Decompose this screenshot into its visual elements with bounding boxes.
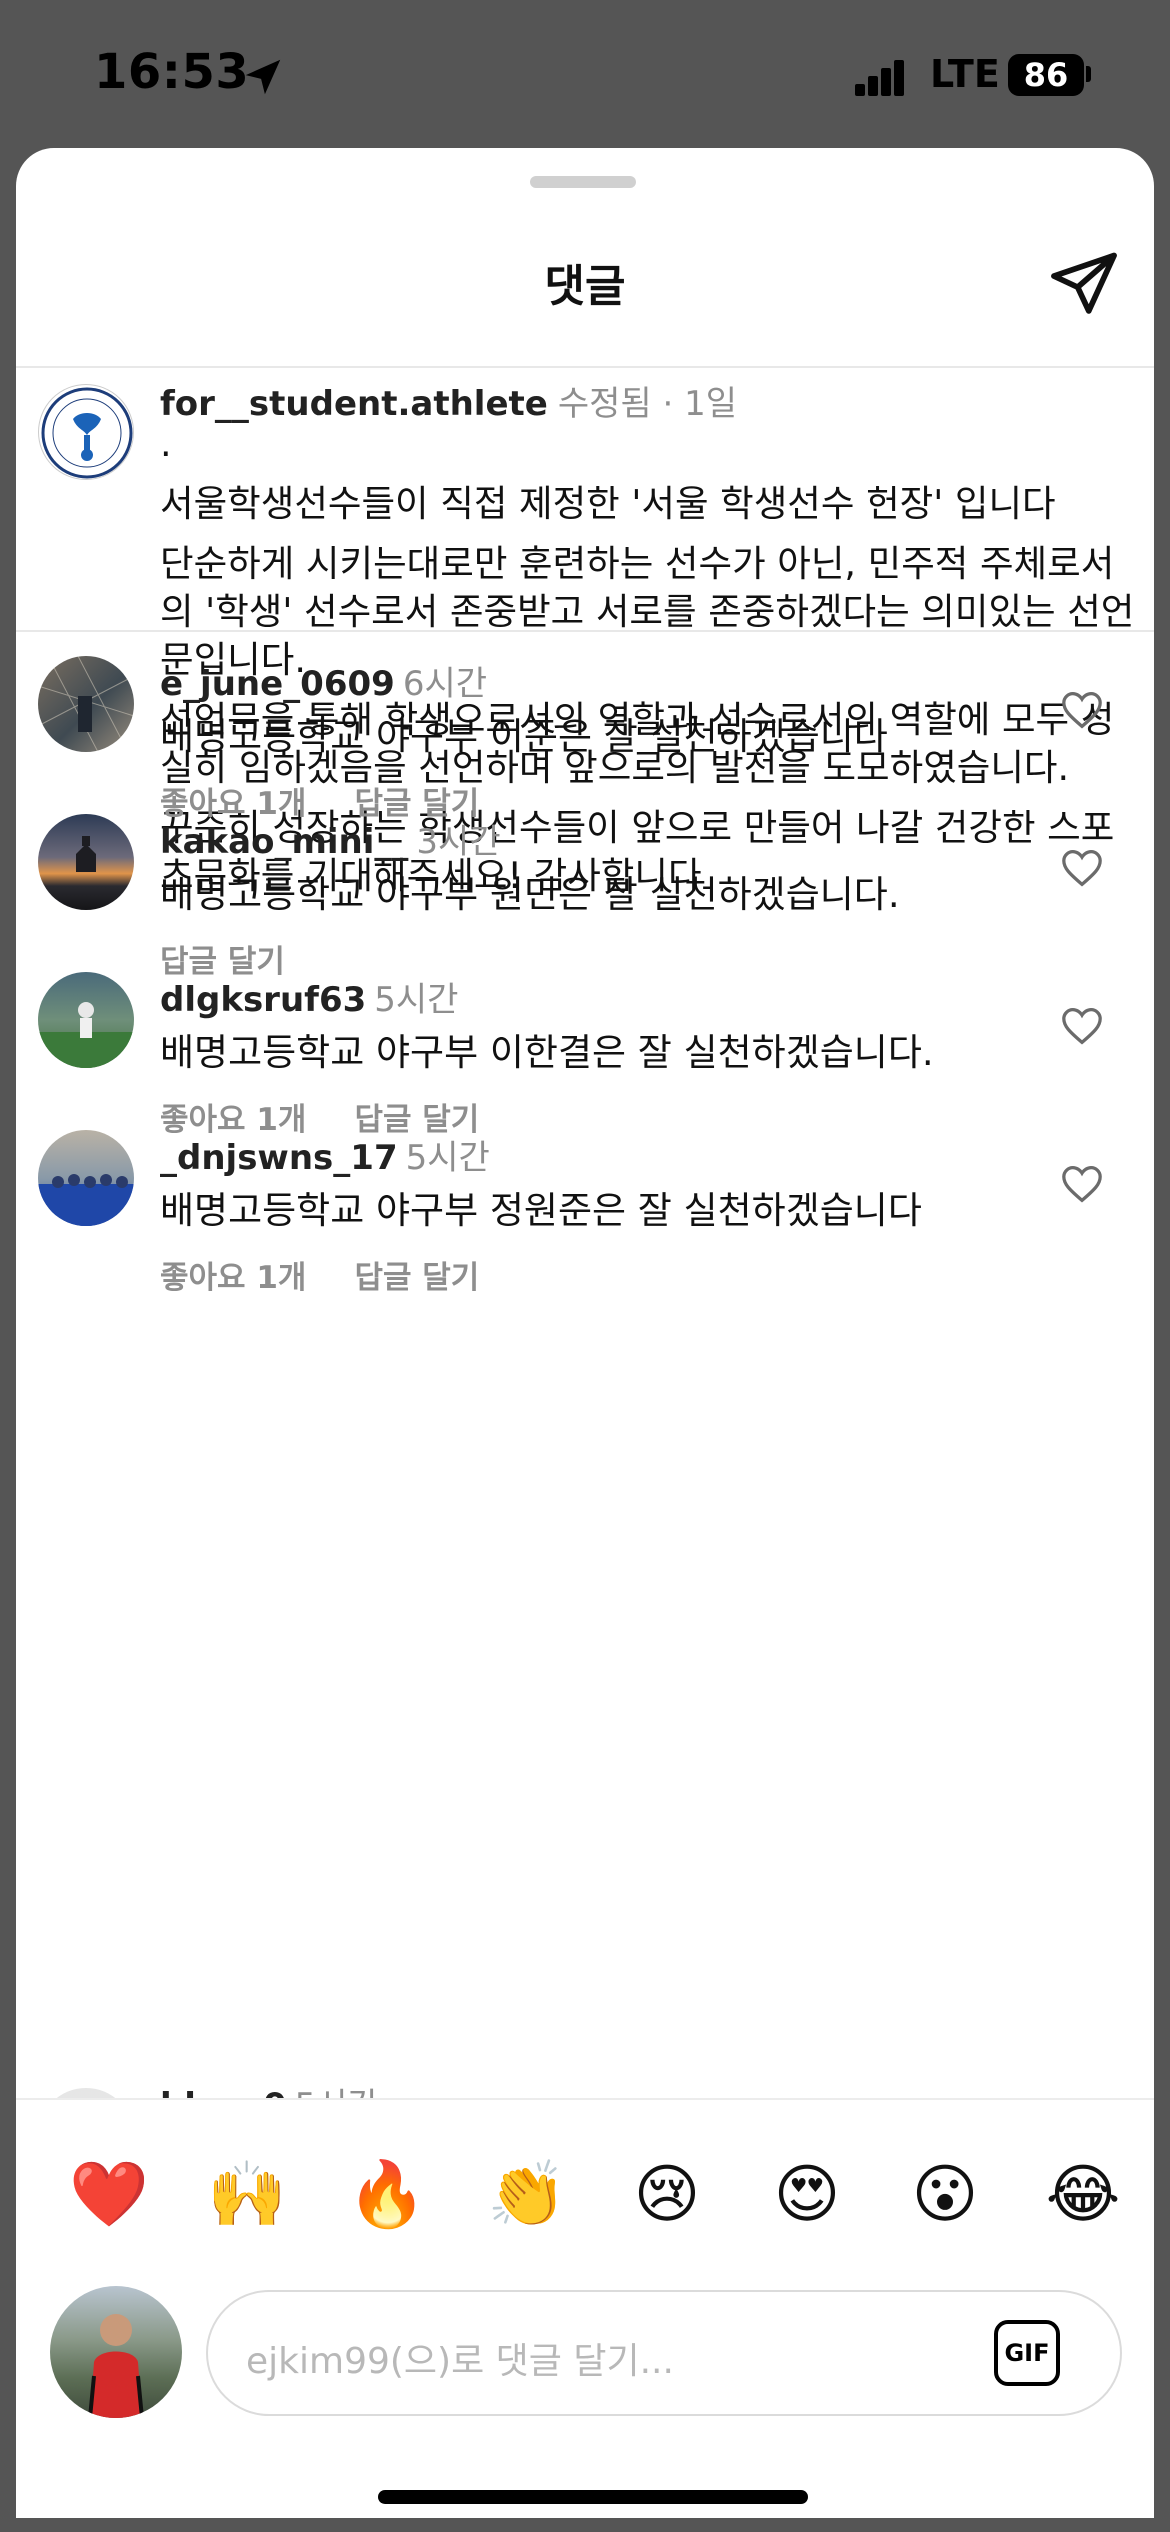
caption-line: 서울학생선수들이 직접 제정한 '서울 학생선수 헌장' 입니다 xyxy=(160,482,1056,525)
emoji-joy-button[interactable]: 😂 xyxy=(1038,2150,1128,2240)
caption-line: . xyxy=(160,422,172,465)
status-time: 16:53 xyxy=(94,44,250,100)
comment-author: kakao_mini__ 3시간 xyxy=(160,814,501,863)
comment-author: dlgksruf63 5시간 xyxy=(160,972,458,1021)
comment-input[interactable]: ejkim99(으)로 댓글 달기... GIF xyxy=(206,2290,1122,2416)
emoji-heart-button[interactable]: ❤️ xyxy=(64,2150,154,2240)
comment-author: e_june_0609 6시간 xyxy=(160,656,487,705)
emoji-crying-button[interactable]: 😢 xyxy=(622,2150,712,2240)
likes-count[interactable]: 좋아요 1개 xyxy=(160,1260,306,1296)
sheet-title: 댓글 xyxy=(544,261,626,312)
divider xyxy=(16,366,1154,368)
comment-author: _dnjswns_17 5시간 xyxy=(160,1130,490,1179)
account-avatar[interactable] xyxy=(38,384,134,480)
comment-text: 배명고등학교 야구부 정원준은 잘 실천하겠습니다 xyxy=(160,1189,922,1232)
comment-input-placeholder: ejkim99(으)로 댓글 달기... xyxy=(246,2341,674,2382)
comment-username[interactable]: _dnjswns_17 xyxy=(160,1138,398,1178)
comment-time: 6시간 xyxy=(402,664,488,704)
comment-time: 3시간 xyxy=(416,822,501,862)
avatar-photo xyxy=(38,656,134,752)
signal-icon xyxy=(855,60,904,96)
comment-composer: ❤️ 🙌 🔥 👏 😢 😍 😮 😂 ejkim99(으)로 댓글 달기... GI… xyxy=(16,2098,1154,2518)
comment-row: _dnjswns_17 5시간 배명고등학교 야구부 정원준은 잘 실천하겠습니다… xyxy=(16,1130,1154,1360)
avatar-photo xyxy=(88,2314,144,2418)
emoji-surprised-button[interactable]: 😮 xyxy=(900,2150,990,2240)
my-avatar xyxy=(50,2286,182,2418)
status-bar: 16:53 LTE 86 xyxy=(0,0,1170,150)
gif-icon[interactable]: GIF xyxy=(994,2320,1060,2386)
location-arrow-icon xyxy=(245,59,281,95)
comment-username[interactable]: kakao_mini__ xyxy=(160,822,408,862)
comment-text: 배명고등학교 야구부 이한결은 잘 실천하겠습니다. xyxy=(160,1031,934,1074)
heart-outline-icon[interactable] xyxy=(1060,690,1104,730)
heart-outline-icon[interactable] xyxy=(1060,1006,1104,1046)
emoji-heart-eyes-button[interactable]: 😍 xyxy=(762,2150,852,2240)
commenter-avatar[interactable] xyxy=(38,1130,134,1226)
avatar-photo xyxy=(76,836,96,872)
emoji-clap-button[interactable]: 👏 xyxy=(482,2150,572,2240)
quick-emoji-bar: ❤️ 🙌 🔥 👏 😢 😍 😮 😂 xyxy=(16,2150,1154,2240)
commenter-avatar[interactable] xyxy=(38,814,134,910)
divider xyxy=(16,630,1154,632)
battery-indicator: 86 xyxy=(1008,54,1084,96)
comment-actions: 좋아요 1개 답글 달기 xyxy=(160,1252,527,1297)
battery-nub xyxy=(1086,66,1091,82)
commenter-avatar[interactable] xyxy=(38,972,134,1068)
comment-text: 배명고등학교 야구부 이준은 잘 실천하겠습니다 xyxy=(160,715,888,758)
emoji-fire-button[interactable]: 🔥 xyxy=(342,2150,432,2240)
home-indicator xyxy=(378,2490,808,2504)
commenter-avatar[interactable] xyxy=(38,656,134,752)
caption-author: for__student.athlete 수정됨 · 1일 xyxy=(160,376,737,425)
caption-meta: 수정됨 · 1일 xyxy=(557,384,737,424)
caption-username[interactable]: for__student.athlete xyxy=(160,384,548,424)
avatar-photo xyxy=(38,1002,134,1068)
comment-time: 5시간 xyxy=(405,1138,490,1178)
heart-outline-icon[interactable] xyxy=(1060,1164,1104,1204)
paper-plane-icon[interactable] xyxy=(1046,246,1122,322)
comment-username[interactable]: dlgksruf63 xyxy=(160,980,366,1020)
comments-sheet: 댓글 for__student.athlete 수정됨 · 1일 . 서울학생선수… xyxy=(16,148,1154,2518)
emoji-raised-hands-button[interactable]: 🙌 xyxy=(202,2150,292,2240)
seal-logo-icon xyxy=(41,387,133,479)
avatar-photo xyxy=(38,1174,134,1226)
comment-text: 배명고등학교 야구부 원민은 잘 실천하겠습니다. xyxy=(160,873,900,916)
reply-button[interactable]: 답글 달기 xyxy=(354,1260,479,1296)
network-label: LTE xyxy=(930,52,1000,96)
sheet-grabber[interactable] xyxy=(530,176,636,188)
heart-outline-icon[interactable] xyxy=(1060,848,1104,888)
comment-username[interactable]: e_june_0609 xyxy=(160,664,395,704)
comment-time: 5시간 xyxy=(374,980,459,1020)
